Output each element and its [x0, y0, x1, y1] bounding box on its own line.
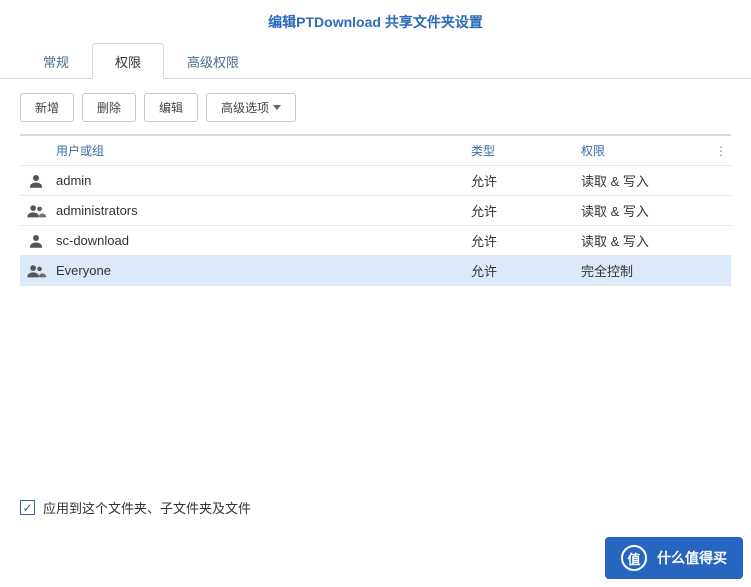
group-icon — [20, 262, 52, 280]
dialog-title: 编辑PTDownload 共享文件夹设置 — [0, 0, 751, 42]
row-permission: 完全控制 — [581, 261, 711, 280]
chevron-down-icon — [273, 105, 281, 110]
row-permission: 读取 & 写入 — [581, 171, 711, 190]
row-permission: 读取 & 写入 — [581, 231, 711, 250]
row-name: sc-download — [52, 233, 471, 248]
header-permission[interactable]: 权限 — [581, 142, 711, 159]
edit-button[interactable]: 编辑 — [144, 93, 198, 122]
row-type: 允许 — [471, 231, 581, 250]
header-user-group[interactable]: 用户或组 — [52, 142, 471, 159]
toolbar: 新增 删除 编辑 高级选项 — [0, 79, 751, 134]
row-type: 允许 — [471, 171, 581, 190]
row-type: 允许 — [471, 261, 581, 280]
table-row[interactable]: sc-download允许读取 & 写入 — [20, 226, 731, 256]
row-permission: 读取 & 写入 — [581, 201, 711, 220]
row-name: administrators — [52, 203, 471, 218]
header-type[interactable]: 类型 — [471, 142, 581, 159]
grid-header-row: 用户或组 类型 权限 ⋮ — [20, 136, 731, 166]
table-row[interactable]: administrators允许读取 & 写入 — [20, 196, 731, 226]
user-icon — [20, 172, 52, 190]
advanced-options-button[interactable]: 高级选项 — [206, 93, 296, 122]
row-type: 允许 — [471, 201, 581, 220]
tab-strip: 常规权限高级权限 — [0, 42, 751, 79]
watermark-banner: 值 什么值得买 — [605, 537, 743, 579]
watermark-text: 什么值得买 — [657, 548, 727, 568]
tab-0[interactable]: 常规 — [20, 43, 92, 79]
permissions-grid: 用户或组 类型 权限 ⋮ admin允许读取 & 写入administrator… — [20, 134, 731, 286]
add-button[interactable]: 新增 — [20, 93, 74, 122]
advanced-options-label: 高级选项 — [221, 99, 269, 116]
table-row[interactable]: admin允许读取 & 写入 — [20, 166, 731, 196]
tab-1[interactable]: 权限 — [92, 43, 164, 79]
tab-2[interactable]: 高级权限 — [164, 43, 262, 79]
table-row[interactable]: Everyone允许完全控制 — [20, 256, 731, 286]
header-menu-icon[interactable]: ⋮ — [711, 144, 731, 158]
delete-button[interactable]: 删除 — [82, 93, 136, 122]
apply-checkbox[interactable]: ✓ — [20, 500, 35, 515]
user-icon — [20, 232, 52, 250]
apply-checkbox-label: 应用到这个文件夹、子文件夹及文件 — [43, 498, 251, 517]
row-name: Everyone — [52, 263, 471, 278]
zhi-badge-icon: 值 — [621, 545, 647, 571]
group-icon — [20, 202, 52, 220]
apply-to-children-row: ✓ 应用到这个文件夹、子文件夹及文件 — [20, 498, 251, 517]
row-name: admin — [52, 173, 471, 188]
